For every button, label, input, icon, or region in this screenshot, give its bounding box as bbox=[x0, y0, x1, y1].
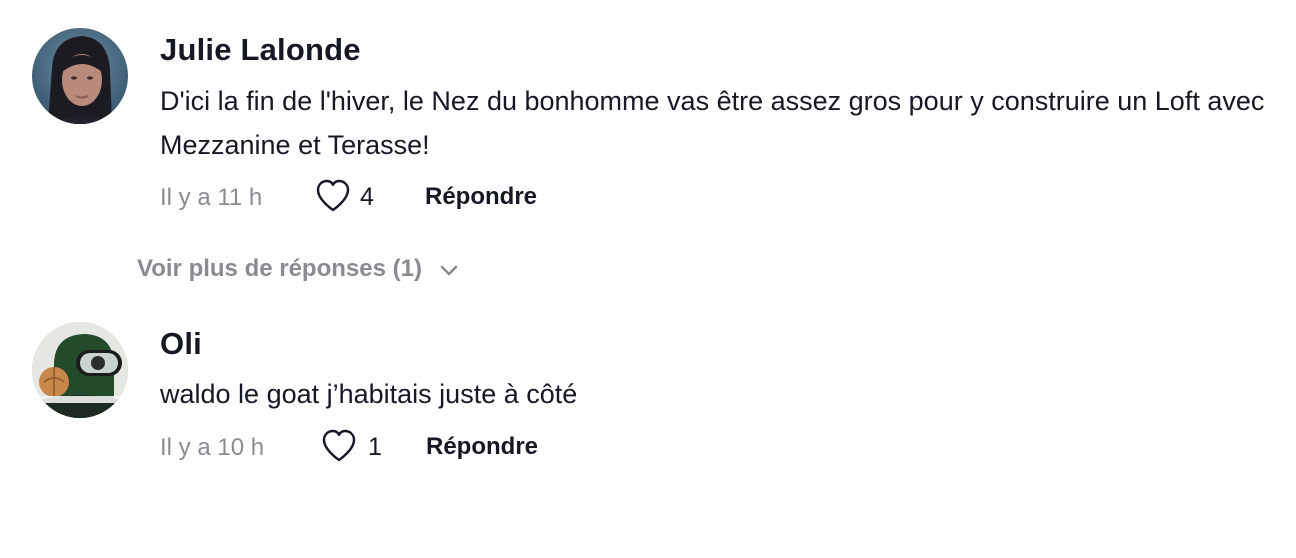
chevron-down-icon bbox=[439, 256, 459, 284]
reply-button[interactable]: Répondre bbox=[426, 433, 538, 461]
reply-button[interactable]: Répondre bbox=[425, 183, 537, 211]
like-count: 1 bbox=[368, 433, 382, 461]
comment-text: waldo le goat j’habitais juste à côté bbox=[160, 379, 578, 409]
heart-outline-icon[interactable] bbox=[320, 428, 358, 464]
avatar-image bbox=[32, 322, 128, 418]
comment-item: Oli waldo le goat j’habitais juste à côt… bbox=[0, 300, 1296, 500]
comment-time: Il y a 11 h bbox=[160, 184, 263, 211]
view-more-replies-label: Voir plus de réponses (1) bbox=[137, 255, 422, 282]
comment-text: D'ici la fin de l'hiver, le Nez du bonho… bbox=[160, 86, 1265, 160]
comment-username[interactable]: Julie Lalonde bbox=[160, 32, 361, 68]
avatar[interactable] bbox=[32, 28, 128, 124]
comment-username[interactable]: Oli bbox=[160, 326, 202, 362]
avatar-image bbox=[32, 28, 128, 124]
comment-time: Il y a 10 h bbox=[160, 434, 265, 461]
like-count: 4 bbox=[360, 183, 374, 211]
heart-outline-icon[interactable] bbox=[314, 178, 352, 214]
comment-item: Julie Lalonde D'ici la fin de l'hiver, l… bbox=[0, 0, 1296, 240]
view-more-replies-button[interactable]: Voir plus de réponses (1) bbox=[137, 255, 459, 284]
avatar[interactable] bbox=[32, 322, 128, 418]
